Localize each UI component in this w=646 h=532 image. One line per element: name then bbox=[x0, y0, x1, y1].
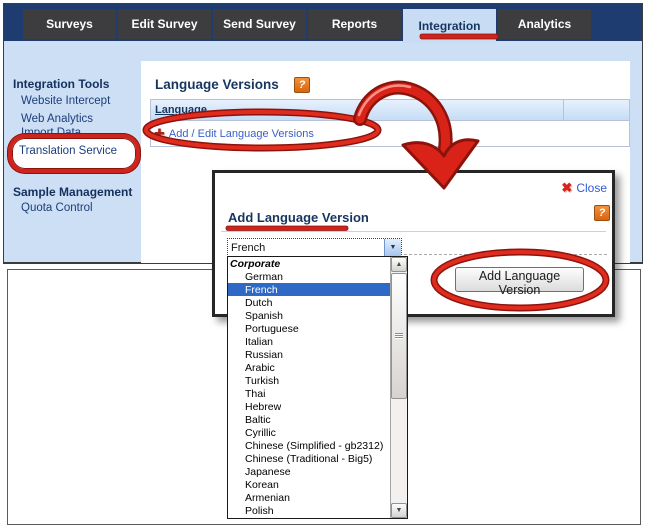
language-option-label: Korean bbox=[245, 479, 279, 491]
list-scrollbar[interactable]: ▲ ▼ bbox=[390, 257, 407, 518]
language-option[interactable]: Italian bbox=[228, 335, 391, 348]
language-versions-table: Language ✚ Add / Edit Language Versions bbox=[150, 99, 630, 147]
language-option-label: Chinese (Traditional - Big5) bbox=[245, 453, 372, 465]
dialog-divider bbox=[221, 231, 606, 232]
language-option-label: Cyrillic bbox=[245, 427, 276, 439]
add-edit-language-link[interactable]: Add / Edit Language Versions bbox=[169, 128, 314, 140]
close-label: Close bbox=[576, 181, 607, 195]
add-edit-language-row[interactable]: ✚ Add / Edit Language Versions bbox=[151, 121, 629, 146]
dialog-title: Add Language Version bbox=[228, 210, 369, 225]
language-option[interactable]: Chinese (Traditional - Big5) bbox=[228, 453, 391, 466]
language-option[interactable]: Japanese bbox=[228, 466, 391, 479]
language-option-label: Hebrew bbox=[245, 401, 281, 413]
language-option[interactable]: Hebrew bbox=[228, 401, 391, 414]
tab-bar-background: Surveys Edit Survey Send Survey Reports bbox=[4, 4, 642, 41]
language-option[interactable]: Arabic bbox=[228, 361, 391, 374]
chevron-down-icon: ▼ bbox=[390, 244, 397, 251]
tab-label: Surveys bbox=[46, 17, 93, 31]
language-option-label: Russian bbox=[245, 349, 283, 361]
column-separator bbox=[563, 100, 564, 120]
tab[interactable]: Surveys bbox=[23, 9, 116, 39]
tab[interactable]: Reports bbox=[308, 9, 401, 39]
tab[interactable]: Integration bbox=[403, 9, 496, 43]
language-option-label: French bbox=[245, 284, 278, 296]
language-option-label: German bbox=[245, 271, 283, 283]
language-option[interactable]: Korean bbox=[228, 479, 391, 492]
language-select[interactable]: French ▼ bbox=[227, 238, 402, 257]
combo-dropdown-button[interactable]: ▼ bbox=[384, 239, 401, 256]
scroll-down-button[interactable]: ▼ bbox=[391, 503, 407, 518]
table-header-row: Language bbox=[151, 100, 629, 121]
sidebar-header-sample-management: Sample Management bbox=[13, 185, 132, 199]
help-icon[interactable]: ? bbox=[294, 77, 310, 93]
language-options: Corporate German French Dutch bbox=[228, 257, 391, 518]
tab-label: Edit Survey bbox=[131, 17, 197, 31]
sidebar-header-integration-tools: Integration Tools bbox=[13, 77, 109, 91]
language-option[interactable]: Armenian bbox=[228, 492, 391, 505]
language-option-label: Thai bbox=[245, 388, 265, 400]
sidebar-item-web-analytics[interactable]: Web Analytics bbox=[21, 113, 93, 125]
tab-bar: Surveys Edit Survey Send Survey Reports bbox=[23, 9, 591, 43]
tab-label: Reports bbox=[332, 17, 377, 31]
tab[interactable]: Analytics bbox=[498, 9, 591, 39]
language-option[interactable]: Cyrillic bbox=[228, 427, 391, 440]
tab-label: Analytics bbox=[518, 17, 571, 31]
language-option-label: Armenian bbox=[245, 492, 290, 504]
language-option[interactable]: Portuguese bbox=[228, 322, 391, 335]
language-option[interactable]: Chinese (Simplified - gb2312) bbox=[228, 440, 391, 453]
language-option-label: Spanish bbox=[245, 310, 283, 322]
page-title: Language Versions bbox=[155, 77, 279, 92]
close-icon: ✖ bbox=[561, 180, 572, 196]
sidebar-item-website-intercept[interactable]: Website Intercept bbox=[21, 95, 110, 107]
sidebar-item-translation-service[interactable]: Translation Service bbox=[19, 145, 117, 157]
sidebar-item-quota-control[interactable]: Quota Control bbox=[21, 202, 93, 214]
language-option-label: Turkish bbox=[245, 375, 279, 387]
language-dropdown-list: Corporate German French Dutch bbox=[227, 256, 408, 519]
dashed-separator bbox=[404, 254, 607, 255]
language-option-label: Chinese (Simplified - gb2312) bbox=[245, 440, 383, 452]
tab[interactable]: Edit Survey bbox=[118, 9, 211, 39]
tab-label: Send Survey bbox=[223, 17, 296, 31]
scroll-thumb-grip bbox=[395, 333, 403, 339]
language-group-header: Corporate bbox=[228, 257, 391, 270]
language-option[interactable]: Thai bbox=[228, 387, 391, 400]
language-option[interactable]: German bbox=[228, 270, 391, 283]
language-option[interactable]: French bbox=[228, 283, 391, 296]
tab-label: Integration bbox=[419, 19, 481, 33]
language-option-label: Italian bbox=[245, 336, 273, 348]
language-option-label: Baltic bbox=[245, 414, 271, 426]
language-option[interactable]: Polish bbox=[228, 505, 391, 518]
language-option-container: German French Dutch Spanish bbox=[228, 270, 391, 518]
tab[interactable]: Send Survey bbox=[213, 9, 306, 39]
language-option[interactable]: Russian bbox=[228, 348, 391, 361]
language-option[interactable]: Baltic bbox=[228, 414, 391, 427]
screenshot-root: { "colors": { "annotation_red": "#cf241b… bbox=[0, 0, 646, 532]
language-option[interactable]: Dutch bbox=[228, 296, 391, 309]
language-option-label: Polish bbox=[245, 505, 274, 517]
add-plus-icon: ✚ bbox=[154, 126, 165, 142]
language-option-label: Japanese bbox=[245, 466, 291, 478]
language-option-label: Dutch bbox=[245, 297, 272, 309]
close-button[interactable]: ✖ Close bbox=[561, 180, 607, 196]
language-column-header: Language bbox=[155, 104, 207, 116]
language-option-label: Arabic bbox=[245, 362, 275, 374]
language-option[interactable]: Spanish bbox=[228, 309, 391, 322]
language-option[interactable]: Turkish bbox=[228, 374, 391, 387]
scroll-up-button[interactable]: ▲ bbox=[391, 257, 407, 272]
dialog-help-icon[interactable]: ? bbox=[594, 205, 610, 221]
language-option-label: Portuguese bbox=[245, 323, 299, 335]
language-select-value: French bbox=[228, 242, 384, 254]
scroll-thumb[interactable] bbox=[391, 273, 407, 399]
add-language-version-button[interactable]: Add Language Version bbox=[455, 267, 584, 292]
